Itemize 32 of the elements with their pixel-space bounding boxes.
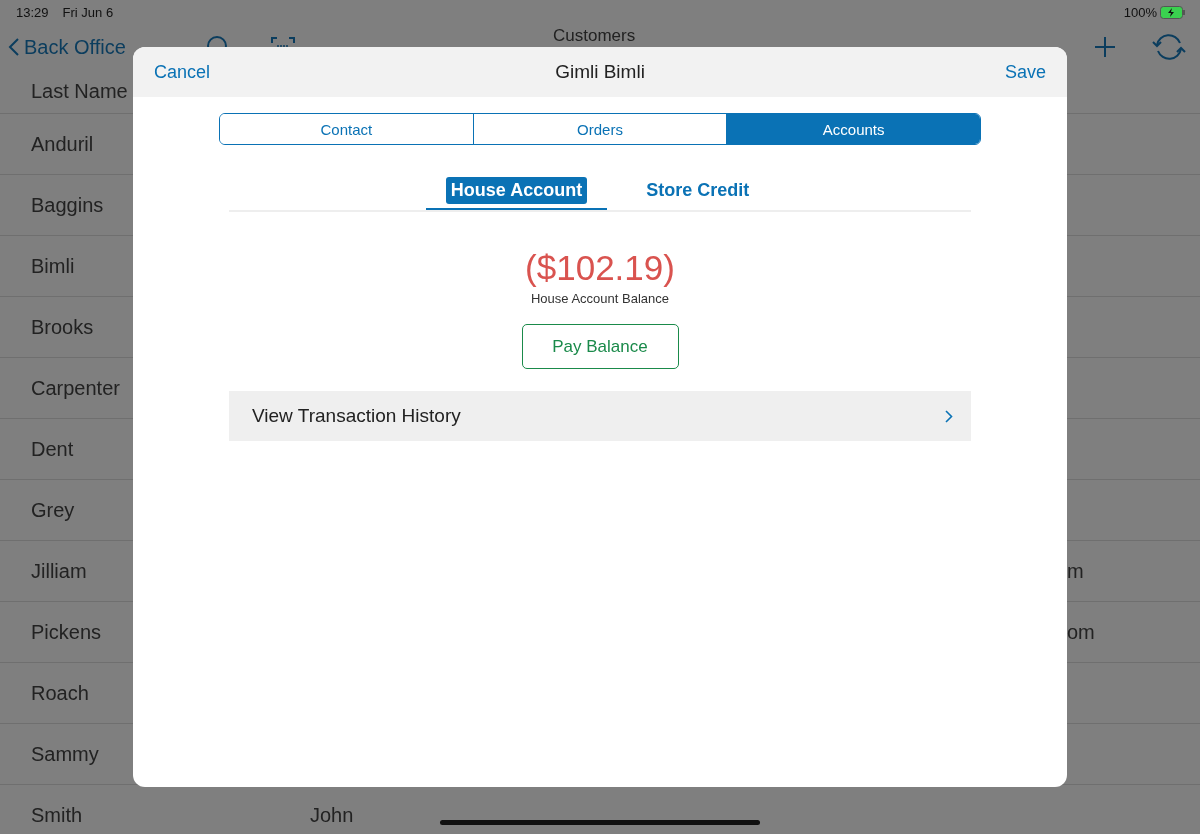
- page-title: Customers: [553, 26, 636, 46]
- add-icon[interactable]: [1094, 36, 1116, 58]
- table-cell: m: [1067, 560, 1084, 583]
- chevron-right-icon: [945, 409, 953, 423]
- last-name-cell: Anduril: [31, 133, 94, 156]
- last-name-cell: Smith: [31, 804, 83, 827]
- status-time: 13:29: [16, 4, 49, 20]
- last-name-cell: Dent: [31, 438, 74, 461]
- history-label: View Transaction History: [252, 405, 461, 427]
- first-name-cell: John: [310, 804, 354, 827]
- segment-tab[interactable]: Accounts: [726, 114, 980, 144]
- sync-icon[interactable]: [1152, 32, 1186, 62]
- last-name-cell: Sammy: [31, 743, 99, 766]
- transaction-history-row[interactable]: View Transaction History: [229, 391, 971, 441]
- back-link[interactable]: Back Office: [8, 35, 126, 59]
- last-name-cell: Roach: [31, 682, 89, 705]
- balance-amount: ($102.19): [525, 248, 675, 288]
- account-tab[interactable]: Store Credit: [621, 177, 775, 210]
- battery-percent: 100%: [1123, 4, 1157, 20]
- last-name-cell: Pickens: [31, 621, 102, 644]
- last-name-cell: Baggins: [31, 194, 104, 217]
- chevron-left-icon: [8, 37, 20, 57]
- last-name-cell: Brooks: [31, 316, 94, 339]
- last-name-cell: Grey: [31, 499, 75, 522]
- status-date: Fri Jun 6: [62, 4, 114, 20]
- balance-label: House Account Balance: [530, 291, 669, 306]
- table-cell: om: [1067, 621, 1095, 644]
- last-name-cell: Carpenter: [31, 377, 120, 400]
- battery-icon: [1160, 5, 1186, 19]
- last-name-cell: Jilliam: [31, 560, 87, 583]
- pay-balance-button[interactable]: Pay Balance: [521, 324, 679, 369]
- last-name-cell: Bimli: [31, 255, 75, 278]
